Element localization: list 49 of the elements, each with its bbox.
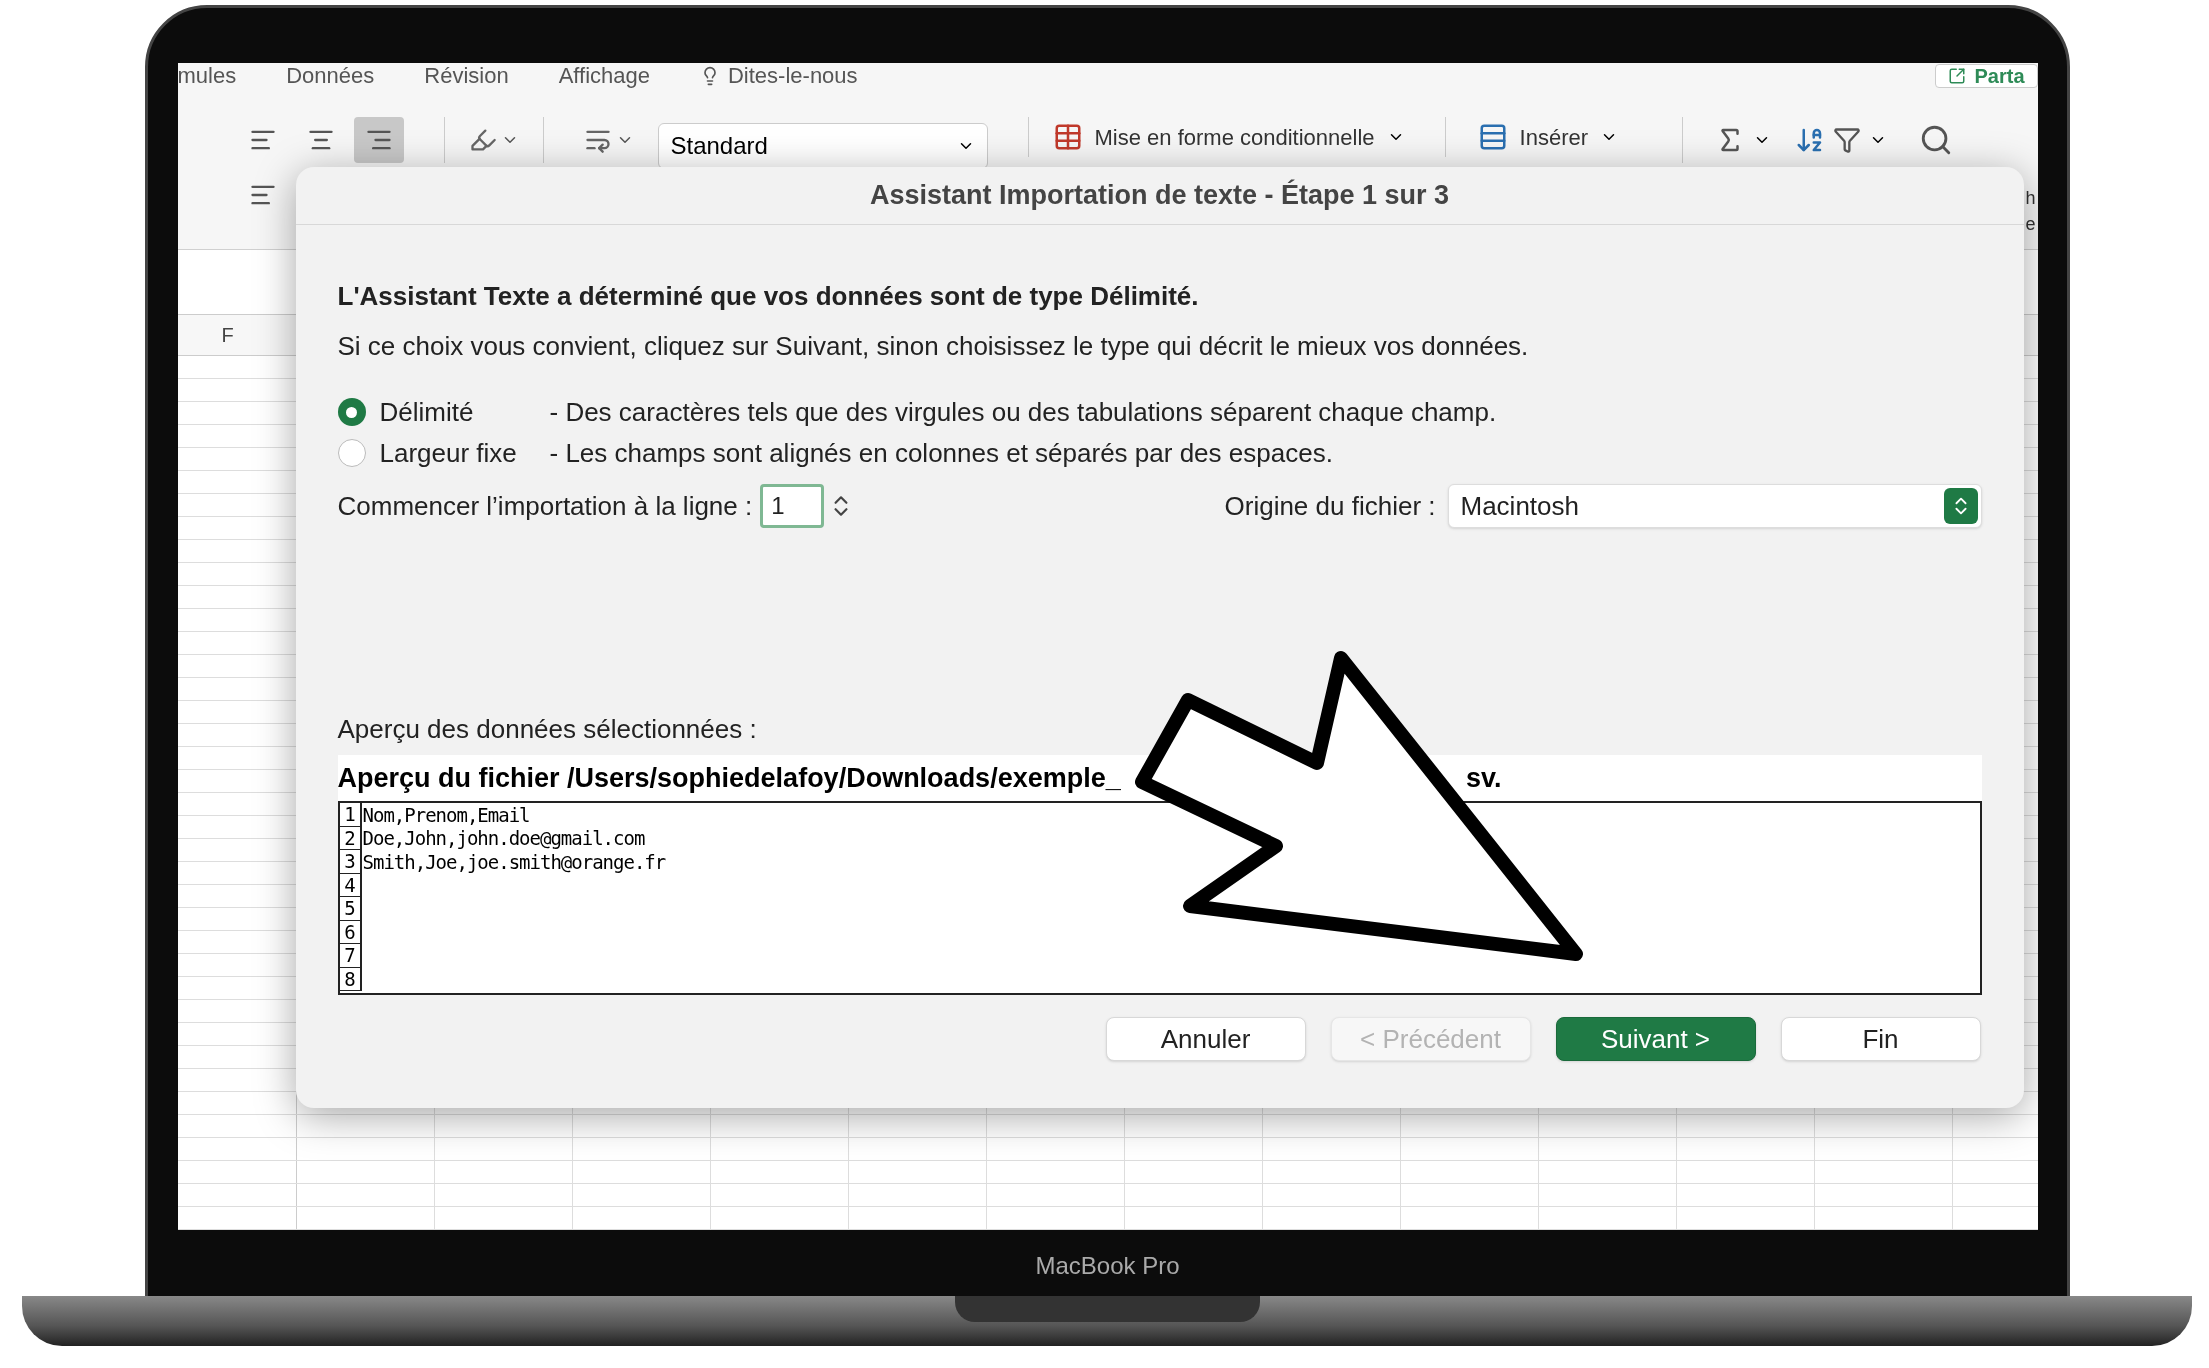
radio-label[interactable]: Largeur fixe	[379, 433, 550, 473]
row-number: 2	[339, 826, 362, 850]
preview-label: Aperçu des données sélectionnées :	[337, 713, 758, 746]
ribbon-label: h	[2025, 187, 2036, 210]
preview-row-text: Smith,Joe,joe.smith@orange.fr	[361, 849, 666, 875]
number-format-value: Standard	[670, 131, 768, 161]
share-icon	[1948, 67, 1967, 85]
option-description: - Les champs sont alignés en colonnes et séparés par des espaces.	[549, 436, 1333, 470]
row-number: 5	[339, 897, 362, 921]
dialog-title: Assistant Importation de texte - Étape 1 sur 3	[869, 178, 1450, 213]
preview-file-path: Aperçu du fichier /Users/sophiedelafoy/Downloads/exemple_	[337, 761, 1121, 795]
dialog-button[interactable]: Fin	[1780, 1017, 1981, 1061]
dialog-heading: L'Assistant Texte a déterminé que vos données sont de type Délimité.	[337, 280, 1200, 313]
device-label: MacBook Pro	[1035, 1251, 1180, 1281]
conditional-format-button[interactable]: Mise en forme conditionnelle	[1094, 120, 1375, 154]
ribbon-tab[interactable]: mules	[177, 65, 237, 87]
row-number: 8	[339, 967, 362, 991]
row-number: 6	[339, 920, 362, 944]
filter-icon[interactable]	[1833, 126, 1862, 154]
insert-button[interactable]: Insérer	[1519, 120, 1589, 154]
number-format-dropdown[interactable]: Standard	[657, 123, 988, 169]
radio-button[interactable]	[337, 398, 366, 426]
dialog-button[interactable]: Annuler	[1105, 1017, 1306, 1061]
radio-label[interactable]: Délimité	[379, 392, 550, 432]
dropdown-stepper-icon	[1943, 488, 1978, 524]
preview-file-path: sv.	[1465, 761, 1502, 795]
ribbon-tab[interactable]: Affichage	[558, 65, 650, 87]
ribbon-tab[interactable]: Révision	[424, 65, 509, 87]
row-number: 3	[339, 850, 362, 874]
row-number: 7	[339, 944, 362, 968]
ribbon-label: e	[2025, 213, 2036, 236]
start-row-field[interactable]: 1	[760, 484, 825, 528]
dialog-intro: Si ce choix vous convient, cliquez sur Suivant, sinon choisissez le type qui décrit le mieux vos données.	[337, 330, 1530, 363]
file-origin-label: Origine du fichier :	[1224, 489, 1436, 523]
ribbon-tab[interactable]: Dites-le-nous	[700, 65, 858, 87]
start-row-label: Commencer l’importation à la ligne :	[337, 489, 753, 523]
option-description: - Des caractères tels que des virgules ou des tabulations séparent chaque champ.	[549, 395, 1497, 429]
file-origin-dropdown[interactable]: Macintosh	[1447, 484, 1982, 528]
share-button[interactable]: Parta	[1935, 64, 2038, 88]
preview-row-text: Nom,Prenom,Email	[361, 802, 530, 828]
orientation-icon[interactable]	[468, 126, 497, 154]
file-origin-value: Macintosh	[1460, 489, 1579, 523]
align-button[interactable]	[353, 117, 404, 163]
radio-button[interactable]	[337, 439, 366, 467]
row-number: 1	[339, 803, 362, 827]
dialog-button[interactable]: Suivant >	[1555, 1017, 1756, 1061]
preview-row-text: Doe,John,john.doe@gmail.com	[361, 826, 645, 851]
ribbon-tab[interactable]: Données	[286, 65, 375, 87]
row-number: 4	[339, 873, 362, 897]
